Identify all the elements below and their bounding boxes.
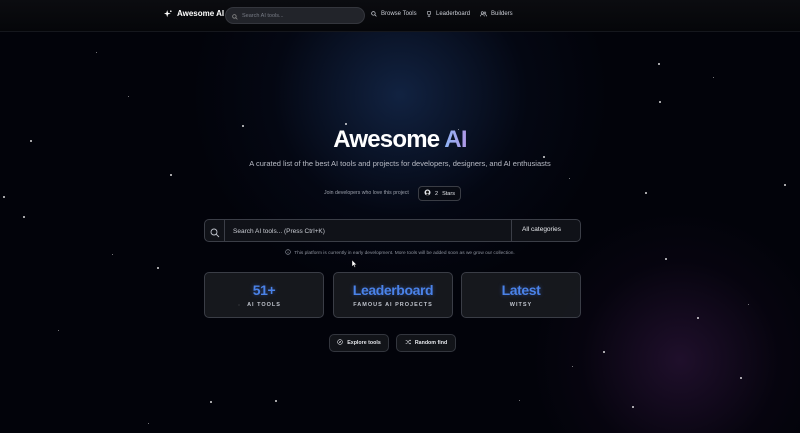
- background: [0, 0, 800, 433]
- search-divider: [224, 220, 225, 241]
- info-icon: [285, 249, 291, 257]
- stat-label: AI TOOLS: [247, 302, 281, 308]
- star: [3, 196, 5, 198]
- top-nav: Awesome AI Browse Tools Leaderboard Buil…: [0, 0, 800, 32]
- compass-icon: [337, 339, 343, 347]
- trophy-icon: [426, 11, 432, 17]
- nav-search-input[interactable]: [242, 12, 352, 19]
- nav-link-builders[interactable]: Builders: [480, 11, 513, 17]
- hero-title-main: Awesome: [333, 126, 440, 153]
- star: [658, 63, 660, 65]
- nav-link-label: Browse Tools: [381, 11, 417, 17]
- category-divider: [511, 220, 512, 241]
- star: [345, 123, 347, 125]
- stars-count: 2: [435, 190, 439, 197]
- star: [740, 377, 742, 379]
- stat-label: WITSY: [509, 302, 533, 308]
- join-text: Join developers who love this project: [324, 190, 409, 196]
- star: [748, 304, 749, 305]
- nav-link-label: Leaderboard: [436, 11, 471, 17]
- mouse-cursor-icon: [351, 255, 358, 273]
- app-title: Awesome AI: [177, 9, 225, 18]
- stat-label: FAMOUS AI PROJECTS: [353, 302, 433, 308]
- star: [96, 52, 97, 53]
- hero-subtitle: A curated list of the best AI tools and …: [249, 159, 551, 168]
- star: [58, 330, 59, 331]
- shuffle-icon: [405, 339, 411, 347]
- star: [128, 96, 129, 97]
- search-icon: [371, 11, 377, 17]
- star: [632, 406, 634, 408]
- stat-card-latest[interactable]: Latest WITSY: [461, 272, 581, 318]
- stat-value: 51+: [252, 282, 276, 298]
- star: [572, 366, 573, 367]
- stars-label: Stars: [442, 190, 455, 197]
- stat-value: Leaderboard: [352, 282, 434, 298]
- github-icon: [424, 189, 431, 198]
- random-find-button[interactable]: Random find: [396, 334, 456, 352]
- explore-tools-button[interactable]: Explore tools: [329, 334, 389, 352]
- star: [569, 178, 570, 179]
- random-find-label: Random find: [414, 340, 448, 346]
- explore-tools-label: Explore tools: [347, 340, 381, 346]
- star: [210, 401, 212, 403]
- star: [659, 101, 661, 103]
- star: [713, 77, 714, 78]
- star: [543, 156, 545, 158]
- category-select[interactable]: All categories: [522, 226, 561, 233]
- star: [170, 174, 172, 176]
- star: [784, 184, 786, 186]
- star: [697, 317, 699, 319]
- star: [645, 192, 647, 194]
- main-search-bar[interactable]: All categories: [204, 219, 581, 242]
- star: [157, 267, 159, 269]
- star: [148, 423, 149, 424]
- stat-value: Latest: [501, 282, 541, 298]
- star: [519, 400, 520, 401]
- dev-notice: This platform is currently in early deve…: [0, 249, 800, 257]
- main-search-input[interactable]: [233, 226, 503, 236]
- github-stars-button[interactable]: 2 Stars: [418, 186, 461, 201]
- dev-notice-text: This platform is currently in early deve…: [294, 250, 515, 256]
- users-icon: [480, 11, 487, 17]
- star: [603, 351, 605, 353]
- hero-title-accent: AI: [444, 126, 467, 153]
- hero-title: Awesome AI: [0, 126, 800, 154]
- nav-search-box[interactable]: [225, 7, 365, 24]
- star: [275, 400, 277, 402]
- nav-link-label: Builders: [491, 11, 513, 17]
- stat-card-leaderboard[interactable]: Leaderboard FAMOUS AI PROJECTS: [333, 272, 453, 318]
- star: [665, 258, 667, 260]
- star: [23, 216, 25, 218]
- logo[interactable]: Awesome AI: [164, 9, 224, 18]
- search-icon: [210, 225, 220, 243]
- sparkle-icon: [164, 9, 172, 18]
- nav-link-leaderboard[interactable]: Leaderboard: [426, 11, 470, 17]
- nav-link-browse-tools[interactable]: Browse Tools: [371, 11, 417, 17]
- stat-card-tools[interactable]: 51+ AI TOOLS: [204, 272, 324, 318]
- search-icon: [232, 7, 238, 25]
